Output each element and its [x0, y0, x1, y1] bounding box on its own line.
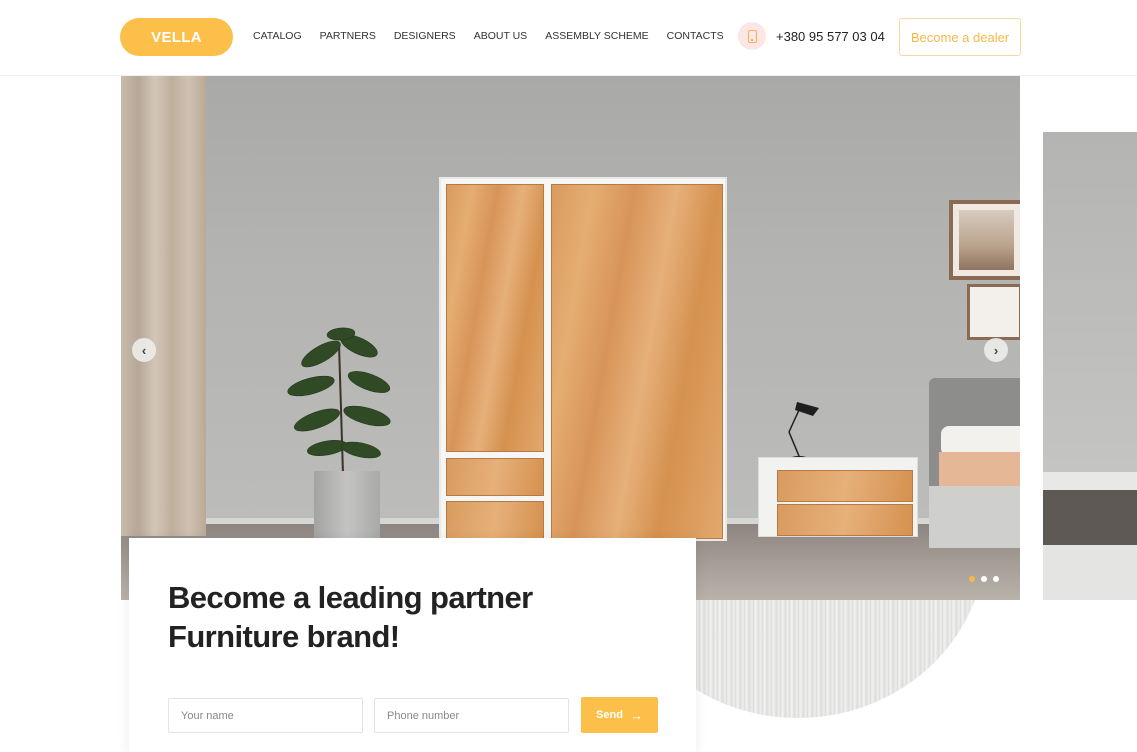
- phone-icon: [738, 22, 766, 50]
- form-headline: Become a leading partner Furniture brand…: [168, 578, 668, 656]
- logo[interactable]: VELLA: [120, 18, 233, 56]
- headline-line-2: Furniture brand!: [168, 619, 400, 654]
- plant-illustration: [287, 327, 391, 474]
- headline-line-1: Become a leading partner: [168, 580, 533, 615]
- nav-assembly-scheme[interactable]: ASSEMBLY SCHEME: [545, 30, 648, 42]
- slider-dot[interactable]: [993, 576, 999, 582]
- nav-contacts[interactable]: CONTACTS: [667, 30, 724, 42]
- wall-picture: [949, 200, 1020, 280]
- plant-pot: [314, 471, 380, 541]
- lamp-illustration: [788, 402, 819, 460]
- wall-picture-small: [967, 284, 1020, 340]
- slider-prev-arrow-icon[interactable]: ‹: [132, 338, 156, 362]
- phone-number[interactable]: +380 95 577 03 04: [776, 29, 885, 44]
- partner-form-card: Become a leading partner Furniture brand…: [129, 538, 696, 752]
- send-button[interactable]: Send →: [581, 697, 658, 733]
- slider-next-arrow-icon[interactable]: ›: [984, 338, 1008, 362]
- nav-partners[interactable]: PARTNERS: [320, 30, 376, 42]
- hero-slide-image: [121, 76, 1020, 600]
- slider-dot[interactable]: [969, 576, 975, 582]
- slider-dot[interactable]: [981, 576, 987, 582]
- nav-about-us[interactable]: ABOUT US: [474, 30, 527, 42]
- nav-catalog[interactable]: CATALOG: [253, 30, 302, 42]
- arrow-right-icon: →: [629, 707, 643, 723]
- bed: [929, 378, 1020, 548]
- main-nav: CATALOG PARTNERS DESIGNERS ABOUT US ASSE…: [253, 30, 742, 42]
- nav-designers[interactable]: DESIGNERS: [394, 30, 456, 42]
- wardrobe: [439, 177, 727, 541]
- site-header: VELLA CATALOG PARTNERS DESIGNERS ABOUT U…: [0, 0, 1137, 76]
- phone-input[interactable]: [374, 698, 569, 733]
- send-label: Send: [596, 709, 623, 721]
- slider-dots: [969, 576, 999, 582]
- name-input[interactable]: [168, 698, 363, 733]
- become-dealer-button[interactable]: Become a dealer: [899, 18, 1021, 56]
- next-slide-preview: [1043, 132, 1137, 600]
- nightstand: [758, 457, 918, 537]
- curtain: [121, 76, 206, 536]
